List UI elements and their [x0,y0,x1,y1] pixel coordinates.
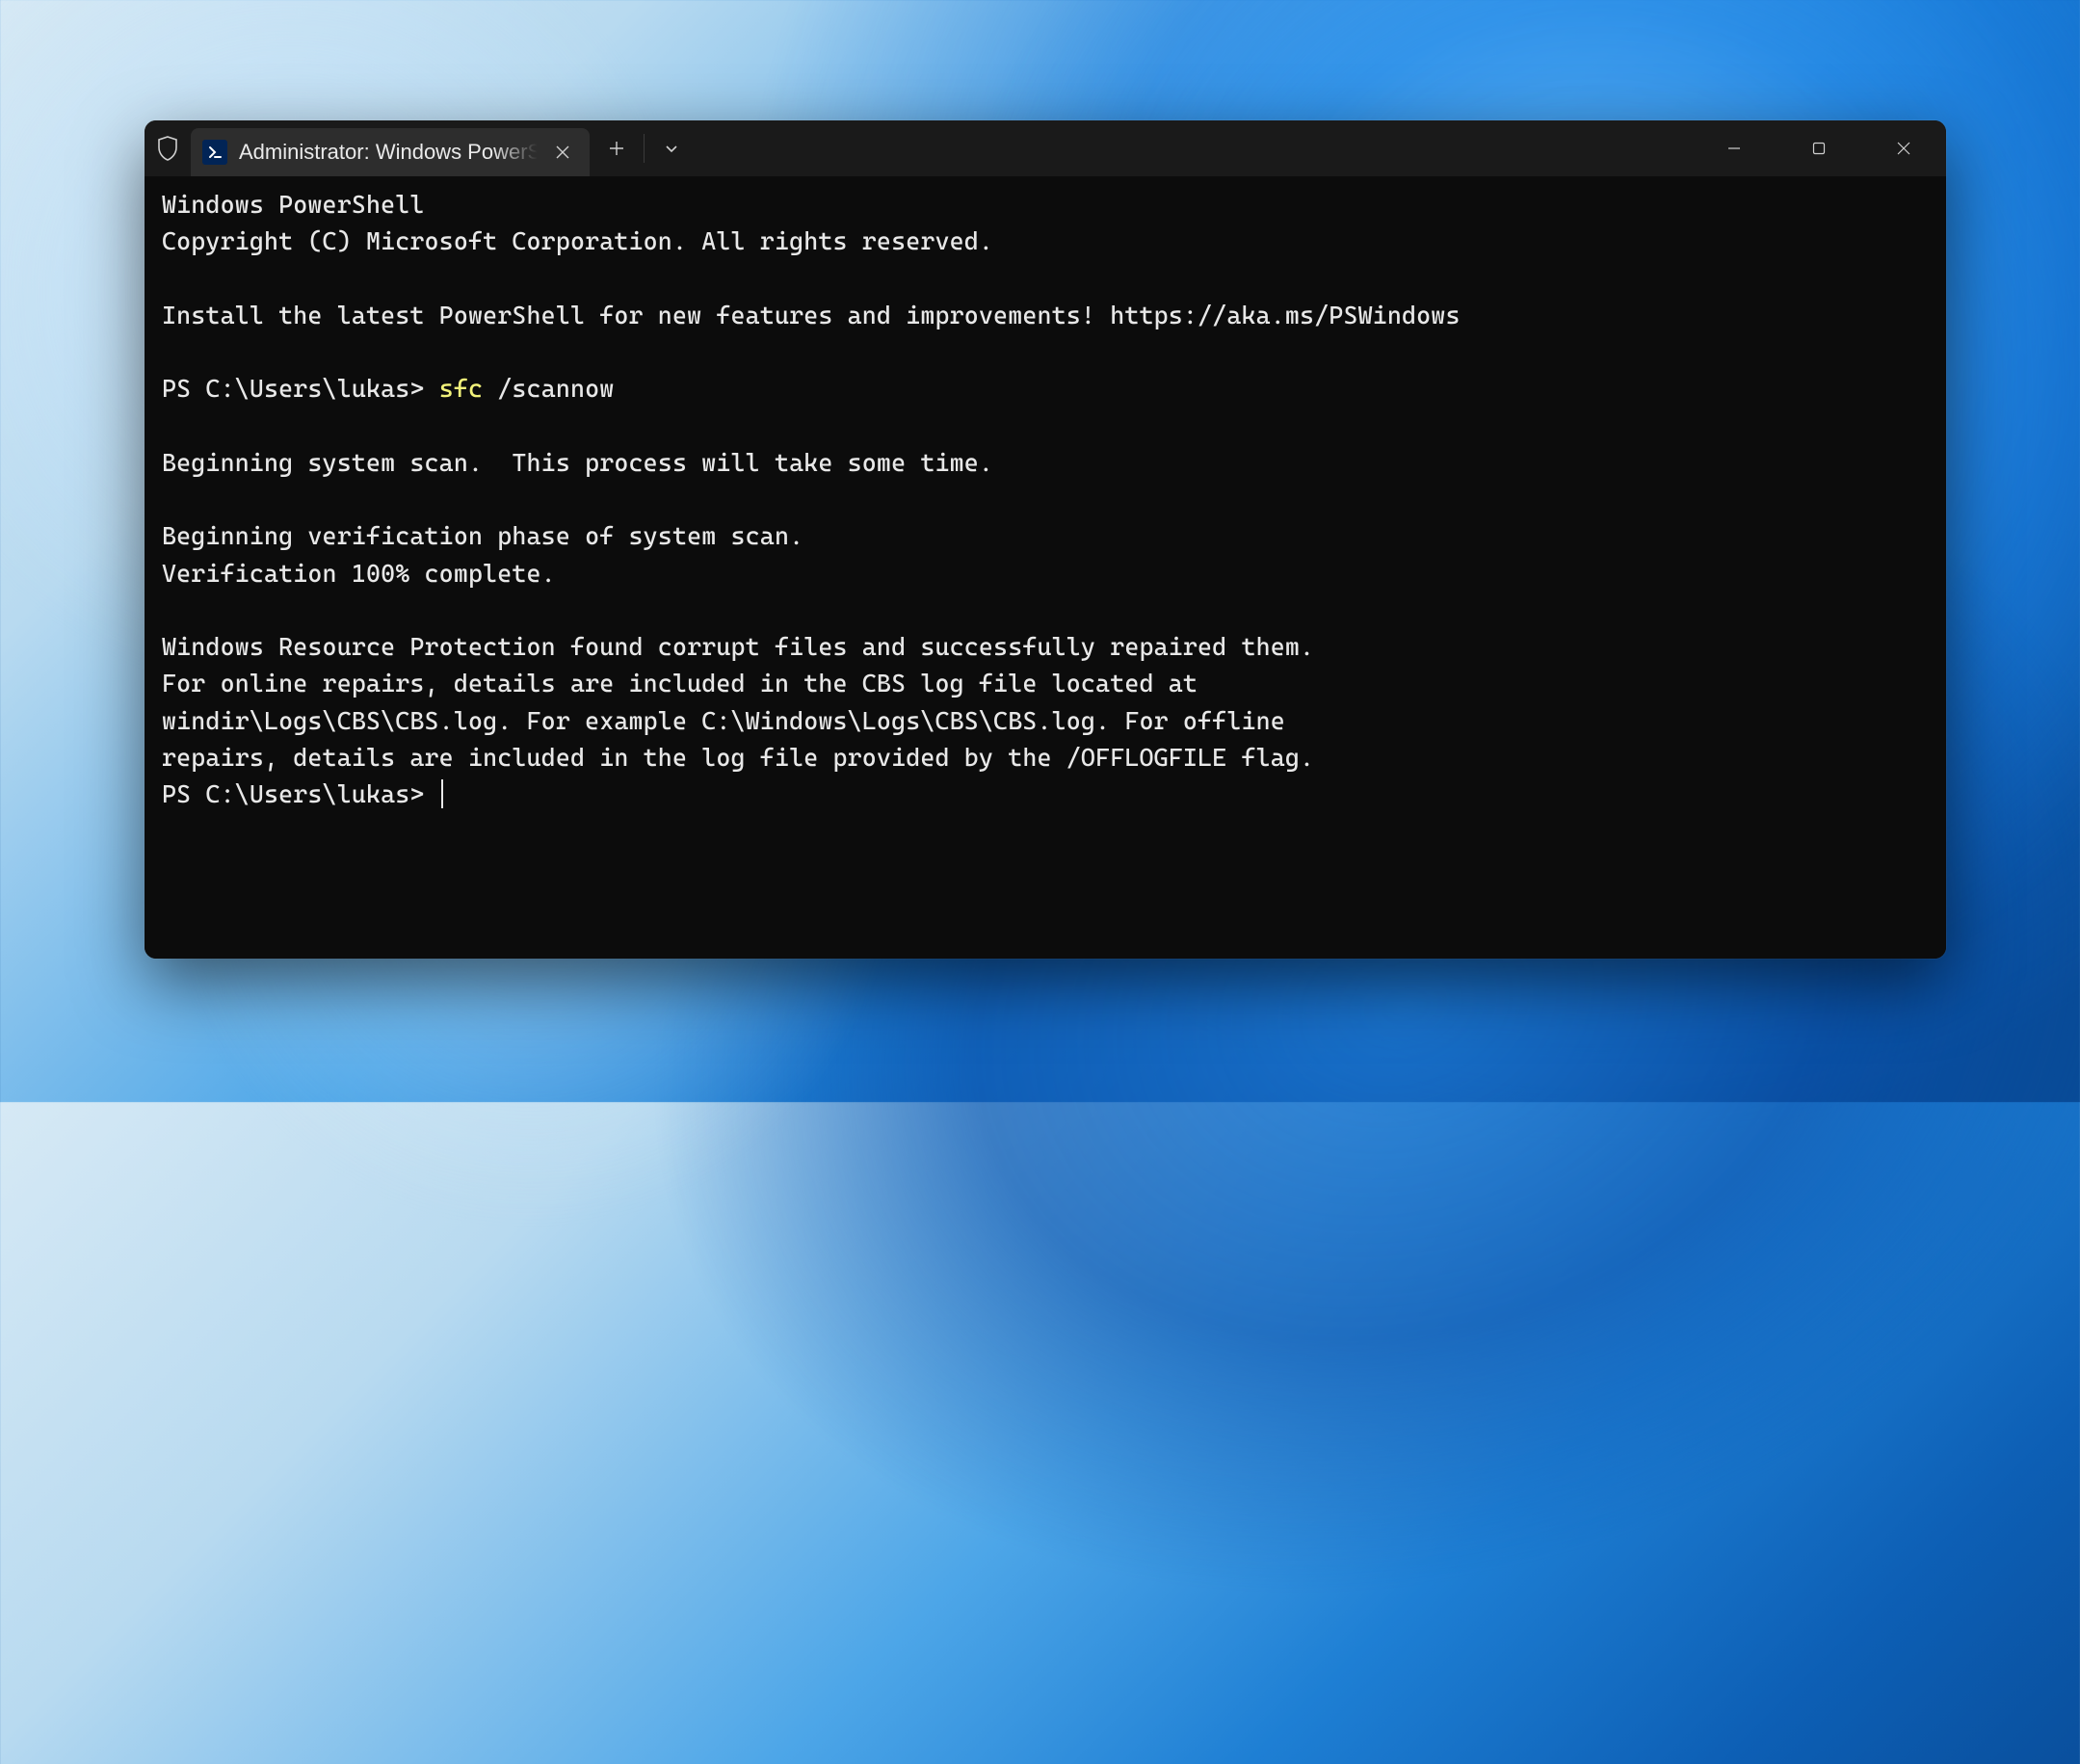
titlebar-drag-area[interactable] [698,120,1692,176]
tab-dropdown-button[interactable] [645,120,698,176]
admin-shield-icon [145,120,191,176]
tab-close-button[interactable] [549,139,576,166]
output-line: Beginning system scan. This process will… [162,448,993,477]
window-controls [1692,120,1946,176]
tab-title: Administrator: Windows PowerShell [239,140,538,165]
output-line: Beginning verification phase of system s… [162,521,803,550]
tab-powershell[interactable]: Administrator: Windows PowerShell [191,128,590,176]
new-tab-button[interactable] [590,120,644,176]
banner-line: Copyright (C) Microsoft Corporation. All… [162,226,993,255]
minimize-button[interactable] [1692,120,1777,176]
window-close-button[interactable] [1861,120,1946,176]
powershell-icon [202,140,227,165]
maximize-button[interactable] [1777,120,1861,176]
output-block: Windows Resource Protection found corrup… [162,632,1314,772]
command-name: sfc [439,374,483,403]
prompt-prefix: PS C:\Users\lukas> [162,374,439,403]
cursor [441,779,443,808]
output-line: Verification 100% complete. [162,559,556,588]
terminal-output[interactable]: Windows PowerShell Copyright (C) Microso… [145,176,1946,959]
install-hint: Install the latest PowerShell for new fe… [162,301,1461,329]
terminal-window: Administrator: Windows PowerShell [145,120,1946,959]
prompt-prefix: PS C:\Users\lukas> [162,779,439,808]
command-args: /scannow [483,374,614,403]
titlebar[interactable]: Administrator: Windows PowerShell [145,120,1946,176]
banner-line: Windows PowerShell [162,190,425,219]
